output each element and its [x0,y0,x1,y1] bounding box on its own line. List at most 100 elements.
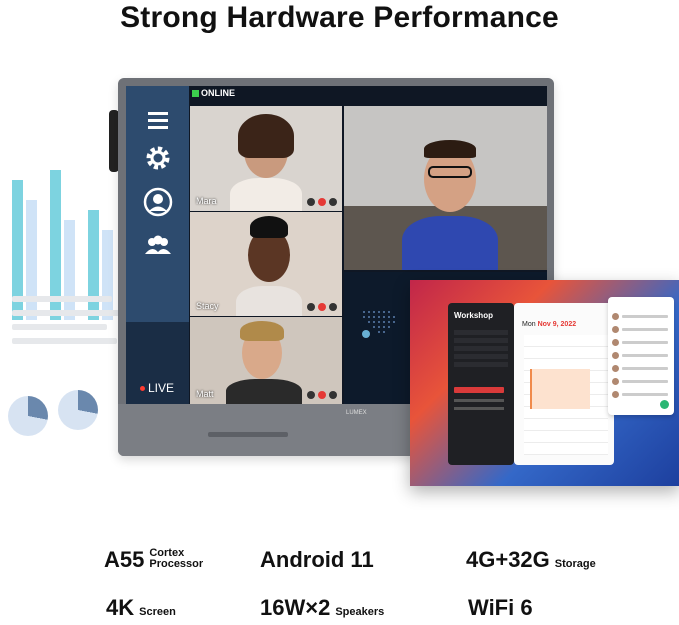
spec-wifi: WiFi 6 [468,596,533,620]
participant-tile[interactable]: Matt [190,317,342,404]
contact-name-line [622,366,668,370]
spec-value: 4K [106,595,135,620]
online-label: ONLINE [201,88,236,98]
contact-name-line [622,314,668,318]
call-controls [307,198,337,206]
spec-value: Android 11 [260,547,374,572]
contact-row[interactable] [612,350,668,360]
camera-icon[interactable] [329,391,337,399]
spec-value: A55 [104,547,145,572]
background-pie [58,390,98,430]
contact-row[interactable] [612,389,668,399]
speaker-strip [208,432,288,437]
participant-name: Mara [196,196,217,206]
contact-name-line [622,327,668,331]
spec-value: 16W×2 [260,595,331,620]
online-status: ONLINE [192,88,235,98]
participant-video [236,286,302,316]
calendar-day-view: Mon Nov 9, 2022 [514,303,614,465]
background-pie [8,396,48,436]
contact-row[interactable] [612,311,668,321]
group-icon[interactable] [142,230,174,262]
spec-value: 4G+32G [466,547,550,572]
participant-name: Matt [196,389,214,399]
mic-icon[interactable] [307,198,315,206]
mic-icon[interactable] [307,391,315,399]
spec-processor: A55 Cortex Processor [104,548,203,572]
mic-icon[interactable] [307,303,315,311]
contact-name-line [622,353,668,357]
hangup-icon[interactable] [318,303,326,311]
main-speaker-tile[interactable] [344,106,547,270]
avatar [612,338,619,346]
calendar-date-day: Nov 9, 2022 [537,321,577,328]
spec-speakers: 16W×2 Speakers [260,596,384,620]
contact-row[interactable] [612,376,668,386]
spec-caption: Cortex Processor [149,548,203,572]
call-controls [307,303,337,311]
camera-icon[interactable] [329,198,337,206]
participant-tile[interactable]: Stacy [190,212,342,316]
camera-icon[interactable] [329,303,337,311]
spec-caption-line: Processor [149,558,204,570]
live-dot-icon [140,385,145,391]
background-line [12,310,122,316]
calendar-date-month: Mon [522,321,536,328]
background-line [12,324,107,330]
event-highlight [454,387,504,393]
gear-icon[interactable] [142,142,174,174]
hangup-icon[interactable] [318,391,326,399]
avatar [612,364,619,372]
participant-video [230,178,302,211]
live-indicator: LIVE [140,381,174,395]
spec-os: Android 11 [260,548,374,572]
mini-calendar [454,327,508,367]
participant-video [226,379,302,404]
spec-memory: 4G+32G Storage [466,548,596,572]
page-headline: Strong Hardware Performance [120,1,559,34]
event-line [454,399,504,402]
participant-hair [424,140,476,158]
hangup-icon[interactable] [318,198,326,206]
contacts-popup [608,297,674,415]
contact-row[interactable] [612,363,668,373]
spec-value: WiFi 6 [468,595,533,620]
event-line [454,407,504,410]
brand-logo: LUMEX [346,410,367,416]
contact-name-line [622,340,668,344]
participant-name: Stacy [196,301,219,311]
calendar-date: Mon Nov 9, 2022 [522,321,576,328]
avatar [612,377,619,385]
avatar [612,312,619,320]
user-icon[interactable] [142,186,174,218]
menu-icon[interactable] [142,104,174,136]
spec-caption: Storage [554,558,596,570]
spec-resolution: 4K Screen [106,596,176,620]
participant-tile[interactable]: Mara [190,106,342,211]
avatar [612,351,619,359]
app-screenshot-overlay: Workshop Mon Nov 9, 2022 [410,280,679,486]
background-bar [88,210,99,320]
background-bar [26,200,37,320]
contact-row[interactable] [612,337,668,347]
glasses-graphic [428,166,472,178]
side-navigation [126,86,189,404]
spec-caption: Screen [139,606,176,618]
avatar [612,390,619,398]
contact-name-line [622,379,668,383]
participant-hair [238,114,294,158]
spec-caption: Speakers [335,606,385,618]
calendar-sidebar: Workshop [448,303,514,465]
add-contact-icon[interactable] [660,400,669,409]
online-status-icon [192,89,199,97]
background-line [12,296,112,302]
app-title: Workshop [454,311,493,320]
background-bar [102,230,113,320]
background-bar [64,220,75,320]
calendar-event[interactable] [530,369,590,409]
live-label: LIVE [148,381,175,395]
background-line [12,338,117,344]
contact-row[interactable] [612,324,668,334]
avatar [612,325,619,333]
call-controls [307,391,337,399]
